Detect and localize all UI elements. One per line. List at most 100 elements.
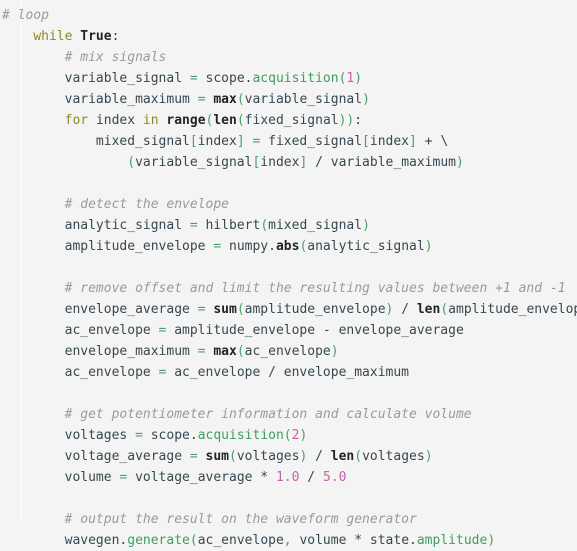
- code-line[interactable]: [0, 383, 577, 404]
- code-token-id: ac_envelope / envelope_maximum: [174, 365, 410, 380]
- code-line[interactable]: # mix signals: [0, 47, 577, 68]
- code-block: # loop while True: # mix signals variabl…: [0, 0, 577, 548]
- code-token-id: voltage_average: [64, 449, 183, 464]
- code-token-bi: sum: [205, 449, 229, 464]
- code-line[interactable]: analytic_signal = hilbert(mixed_signal): [0, 215, 577, 236]
- code-line[interactable]: amplitude_envelope = numpy.abs(analytic_…: [0, 236, 577, 257]
- code-token-id: ac_envelope: [197, 533, 284, 548]
- code-line[interactable]: ac_envelope = ac_envelope / envelope_max…: [0, 362, 577, 383]
- code-token-pun: ): [362, 218, 370, 233]
- code-token-id: /: [299, 470, 323, 485]
- code-token-id: :: [354, 113, 363, 128]
- code-token-id: ac_envelope: [64, 365, 151, 380]
- code-line[interactable]: # detect the envelope: [0, 194, 577, 215]
- code-listing[interactable]: # loop while True: # mix signals variabl…: [0, 5, 577, 551]
- code-token-id: analytic_signal: [307, 239, 425, 254]
- code-token-id: numpy.: [229, 239, 276, 254]
- code-token-id: mixed_signal: [268, 218, 363, 233]
- code-line[interactable]: envelope_maximum = max(ac_envelope): [0, 341, 577, 362]
- code-token-pun: ): [424, 239, 433, 254]
- code-token-id: variable_maximum: [64, 92, 190, 107]
- code-line[interactable]: mixed_signal[index] = fixed_signal[index…: [0, 131, 577, 152]
- code-line[interactable]: ac_envelope = amplitude_envelope - envel…: [0, 320, 577, 341]
- code-token-id: index: [197, 134, 237, 149]
- code-line[interactable]: [0, 257, 577, 278]
- code-token-bi: len: [213, 113, 237, 128]
- code-token-pun: (: [189, 533, 198, 548]
- code-token-com: # get potentiometer information and calc…: [64, 407, 472, 422]
- code-token-id: hilbert: [205, 218, 261, 233]
- code-token-num: 5.0: [322, 470, 347, 485]
- code-token-id: /: [393, 302, 417, 317]
- code-line[interactable]: voltage_average = sum(voltages) / len(vo…: [0, 446, 577, 467]
- code-token-id: ac_envelope: [64, 323, 151, 338]
- code-token-pun: (: [236, 344, 245, 359]
- code-line[interactable]: for index in range(len(fixed_signal)):: [0, 110, 577, 131]
- code-token-pun: [: [362, 134, 370, 149]
- code-token-pun: (: [354, 449, 363, 464]
- code-token-id: variable_signal: [64, 71, 183, 86]
- code-token-id: mixed_signal: [95, 134, 190, 149]
- code-line[interactable]: variable_maximum = max(variable_signal): [0, 89, 577, 110]
- code-token-id: variable_maximum: [330, 155, 456, 170]
- code-line[interactable]: # output the result on the waveform gene…: [0, 509, 577, 530]
- code-line[interactable]: volume = voltage_average * 1.0 / 5.0: [0, 467, 577, 488]
- code-token-pun: (: [283, 428, 292, 443]
- code-line[interactable]: envelope_average = sum(amplitude_envelop…: [0, 299, 577, 320]
- code-token-op: =: [189, 218, 198, 233]
- code-token-meth: acquisition: [252, 71, 339, 86]
- code-line[interactable]: [0, 488, 577, 509]
- code-token-bi: max: [213, 92, 237, 107]
- code-line[interactable]: # remove offset and limit the resulting …: [0, 278, 577, 299]
- code-token-pun: (: [236, 113, 245, 128]
- code-token-kw: in: [142, 113, 159, 128]
- code-token-op: =: [197, 344, 206, 359]
- code-line[interactable]: wavegen.generate(ac_envelope, volume * s…: [0, 530, 577, 551]
- code-token-pun: ): [424, 449, 433, 464]
- code-token-id: envelope_average: [64, 302, 190, 317]
- code-token-com: # detect the envelope: [64, 197, 229, 212]
- code-token-pun: [: [189, 134, 198, 149]
- code-token-com: # remove offset and limit the resulting …: [64, 281, 566, 296]
- code-token-pun: (: [260, 218, 269, 233]
- code-line[interactable]: (variable_signal[index] / variable_maxim…: [0, 152, 577, 173]
- code-token-pun: (: [127, 155, 136, 170]
- code-token-pun: ): [330, 344, 339, 359]
- code-token-id: voltages: [236, 449, 300, 464]
- code-token-id: ac_envelope: [244, 344, 331, 359]
- code-token-pun: ): [354, 71, 363, 86]
- code-token-id: amplitude_envelope: [244, 302, 386, 317]
- code-token-op: =: [135, 428, 143, 443]
- code-token-id: voltages: [64, 428, 128, 443]
- code-line[interactable]: [0, 173, 577, 194]
- code-line[interactable]: # get potentiometer information and calc…: [0, 404, 577, 425]
- code-line[interactable]: voltages = scope.acquisition(2): [0, 425, 577, 446]
- code-line[interactable]: while True:: [0, 26, 577, 47]
- code-token-pun: (: [440, 302, 449, 317]
- code-token-meth: generate: [127, 533, 190, 548]
- code-line[interactable]: variable_signal = scope.acquisition(1): [0, 68, 577, 89]
- code-token-id: + \: [416, 134, 449, 149]
- code-line[interactable]: # loop: [0, 5, 577, 26]
- code-token-id: fixed_signal: [268, 134, 363, 149]
